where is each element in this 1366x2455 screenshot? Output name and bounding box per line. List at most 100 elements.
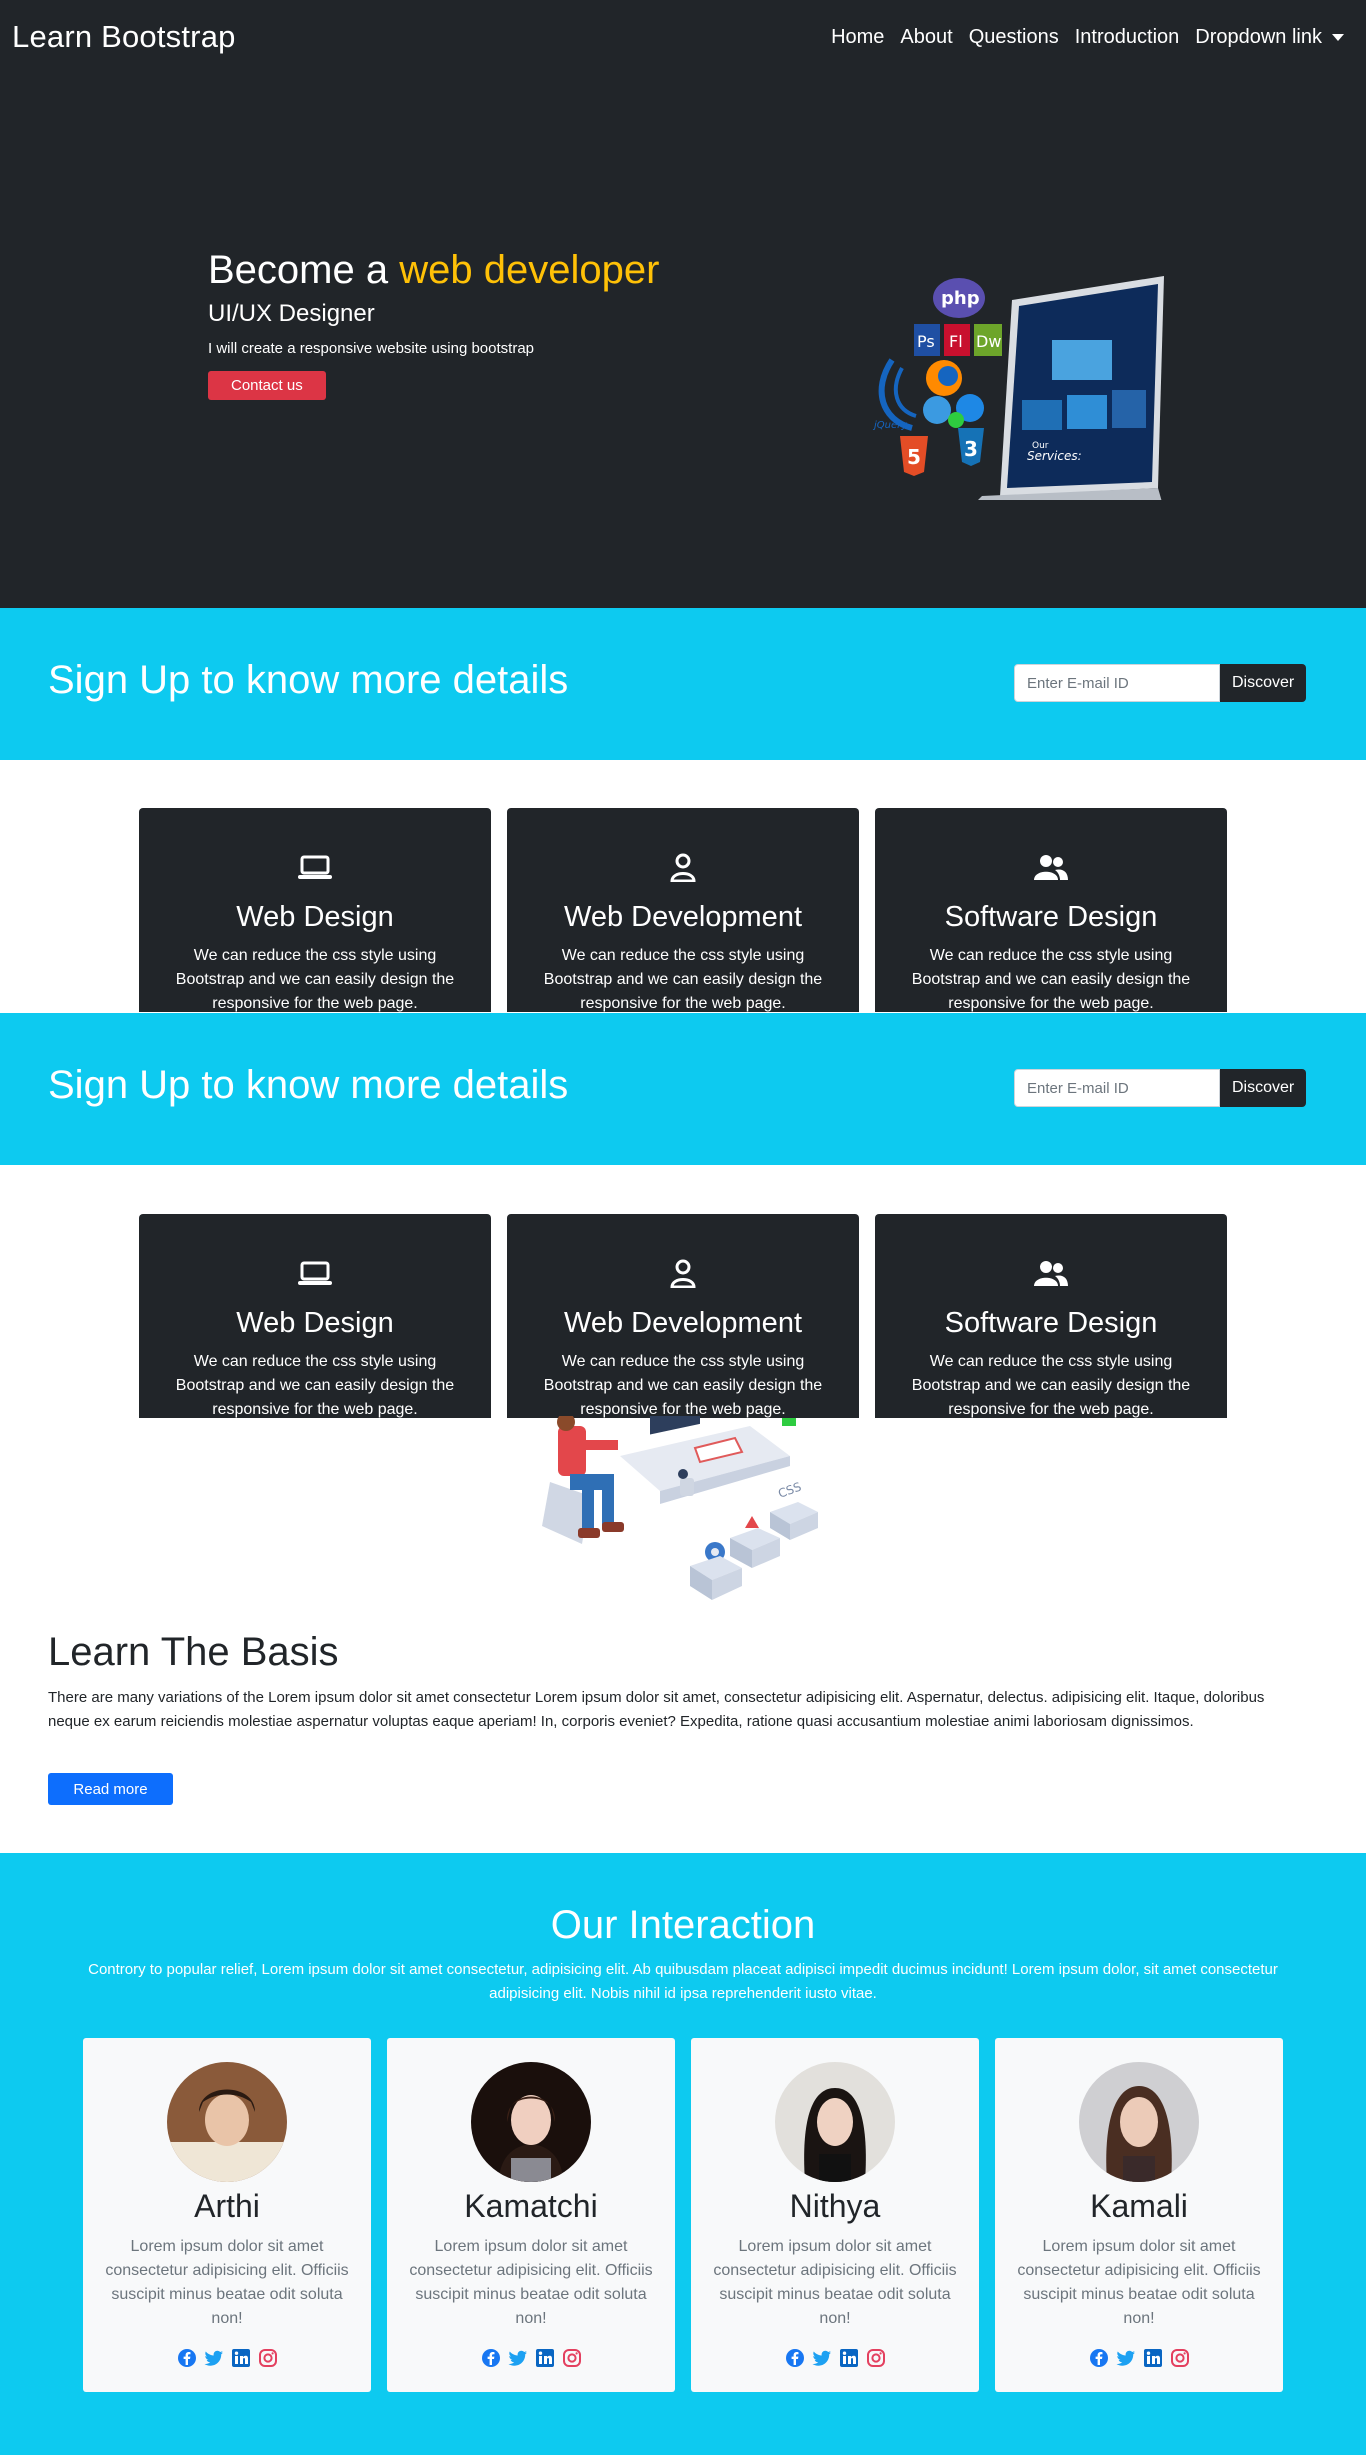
email-input[interactable] — [1014, 664, 1220, 702]
hero-subtitle: UI/UX Designer — [208, 300, 375, 327]
twitter-icon[interactable] — [1116, 2348, 1136, 2368]
linkedin-icon[interactable] — [1143, 2348, 1163, 2368]
hero-title-prefix: Become a — [208, 248, 389, 292]
person-text: Lorem ipsum dolor sit amet consectetur a… — [105, 2238, 349, 2327]
service-cards: Web Design We can reduce the css style u… — [0, 808, 1366, 1012]
interaction-section: Our Interaction Controry to popular reli… — [0, 1853, 1366, 2455]
service-card: Web Design We can reduce the css style u… — [139, 808, 491, 1012]
service-card-text: We can reduce the css style using Bootst… — [911, 947, 1191, 1012]
signup-form: Discover — [1014, 664, 1307, 702]
laptop-icon — [298, 1261, 332, 1285]
service-card-text: We can reduce the css style using Bootst… — [175, 947, 455, 1012]
safari-icon — [923, 396, 951, 424]
nav-dropdown[interactable]: Dropdown link — [1195, 26, 1344, 49]
service-card-title: Web Development — [563, 1307, 803, 1339]
hero-section: Become a web developer UI/UX Designer I … — [0, 74, 1366, 608]
service-card-title: Web Design — [236, 1307, 394, 1339]
flash-icon: Fl — [944, 324, 970, 356]
css3-icon: 3 — [958, 428, 984, 466]
social-links — [83, 2348, 371, 2368]
laptop-monitor-icon: Services: Our — [978, 276, 1164, 500]
person-card: Arthi Lorem ipsum dolor sit amet consect… — [83, 2038, 371, 2392]
person-name: Arthi — [194, 2188, 260, 2224]
hero-title-accent: web developer — [399, 248, 660, 292]
nav-introduction[interactable]: Introduction — [1075, 26, 1180, 49]
interaction-text: Controry to popular relief, Lorem ipsum … — [88, 1961, 1278, 2002]
avatar — [167, 2062, 287, 2182]
facebook-icon[interactable] — [785, 2348, 805, 2368]
brand-logo[interactable]: Learn Bootstrap — [12, 19, 236, 55]
hero-description: I will create a responsive website using… — [208, 340, 535, 357]
service-card-text: We can reduce the css style using Bootst… — [543, 947, 823, 1012]
person-name: Nithya — [789, 2188, 881, 2224]
signup-band: Sign Up to know more details Discover — [0, 1013, 1366, 1165]
html5-icon: 5 — [900, 436, 928, 476]
svg-text:3: 3 — [964, 437, 978, 461]
facebook-icon[interactable] — [1089, 2348, 1109, 2368]
linkedin-icon[interactable] — [839, 2348, 859, 2368]
service-card: Web Design We can reduce the css style u… — [139, 1214, 491, 1418]
discover-button[interactable]: Discover — [1220, 1069, 1307, 1107]
hero-text: Become a web developer UI/UX Designer I … — [208, 246, 659, 400]
instagram-icon[interactable] — [1170, 2348, 1190, 2368]
instagram-icon[interactable] — [866, 2348, 886, 2368]
dreamweaver-icon: Dw — [974, 324, 1002, 356]
person-card: Kamali Lorem ipsum dolor sit amet consec… — [995, 2038, 1283, 2392]
svg-text:Services:: Services: — [1027, 449, 1082, 463]
person-name: Kamatchi — [464, 2188, 598, 2224]
signup-band: Sign Up to know more details Discover — [0, 608, 1366, 760]
nav-about[interactable]: About — [900, 26, 952, 49]
service-card-title: Software Design — [944, 901, 1158, 933]
svg-text:php: php — [941, 288, 980, 309]
navbar: Learn Bootstrap Home About Questions Int… — [0, 0, 1366, 74]
svg-text:Ps: Ps — [917, 332, 935, 351]
contact-button[interactable]: Contact us — [208, 371, 326, 400]
linkedin-icon[interactable] — [535, 2348, 555, 2368]
people-icon — [1034, 855, 1068, 880]
photoshop-icon: Ps — [914, 324, 940, 356]
read-more-button[interactable]: Read more — [48, 1773, 173, 1805]
twitter-icon[interactable] — [508, 2348, 528, 2368]
svg-text:Our: Our — [1032, 441, 1049, 451]
facebook-icon[interactable] — [177, 2348, 197, 2368]
signup-form: Discover — [1014, 1069, 1307, 1107]
learn-text: There are many variations of the Lorem i… — [48, 1689, 1265, 1730]
social-links — [691, 2348, 979, 2368]
service-card: Software Design We can reduce the css st… — [875, 1214, 1227, 1418]
caret-down-icon — [1332, 33, 1344, 41]
avatar — [775, 2062, 895, 2182]
jquery-icon: jQuery — [872, 358, 917, 431]
linkedin-icon[interactable] — [231, 2348, 251, 2368]
nav-home[interactable]: Home — [831, 26, 884, 49]
twitter-icon[interactable] — [812, 2348, 832, 2368]
firefox-icon — [926, 360, 962, 396]
instagram-icon[interactable] — [258, 2348, 278, 2368]
service-card-title: Web Development — [563, 901, 803, 933]
signup-title: Sign Up to know more details — [48, 1063, 569, 1107]
service-card: Software Design We can reduce the css st… — [875, 808, 1227, 1012]
email-input[interactable] — [1014, 1069, 1220, 1107]
ie-icon — [948, 394, 984, 428]
svg-text:5: 5 — [907, 445, 921, 469]
avatar — [1079, 2062, 1199, 2182]
person-icon — [670, 853, 696, 882]
service-card: Web Development We can reduce the css st… — [507, 808, 859, 1012]
service-card-text: We can reduce the css style using Bootst… — [911, 1353, 1191, 1418]
avatar — [471, 2062, 591, 2182]
discover-button[interactable]: Discover — [1220, 664, 1307, 702]
laptop-icon — [298, 855, 332, 879]
instagram-icon[interactable] — [562, 2348, 582, 2368]
service-card-title: Web Design — [236, 901, 394, 933]
service-card-text: We can reduce the css style using Bootst… — [175, 1353, 455, 1418]
nav-questions[interactable]: Questions — [969, 26, 1059, 49]
service-card: Web Development We can reduce the css st… — [507, 1214, 859, 1418]
svg-text:Fl: Fl — [949, 332, 963, 351]
hero-title: Become a web developer — [208, 246, 659, 294]
twitter-icon[interactable] — [204, 2348, 224, 2368]
nav-dropdown-label: Dropdown link — [1195, 25, 1322, 48]
svg-text:Dw: Dw — [976, 332, 1001, 351]
facebook-icon[interactable] — [481, 2348, 501, 2368]
signup-title: Sign Up to know more details — [48, 658, 569, 702]
learn-title: Learn The Basis — [48, 1630, 339, 1674]
svg-text:CSS: CSS — [776, 1480, 803, 1501]
